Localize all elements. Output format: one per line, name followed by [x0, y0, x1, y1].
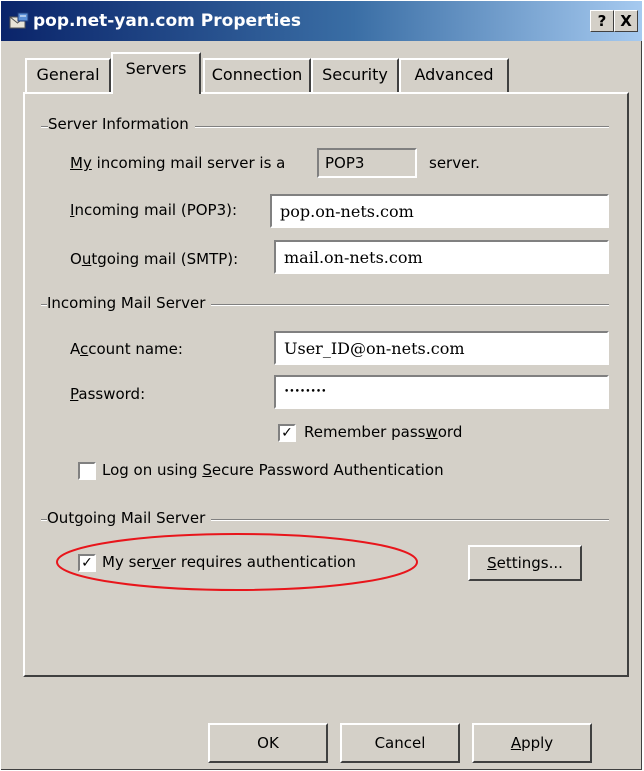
outgoing-server-group-label: Outgoing Mail Server [47, 509, 212, 527]
tab-advanced[interactable]: Advanced [399, 58, 509, 92]
ok-button[interactable]: OK [208, 723, 328, 763]
secure-password-auth-label: Log on using Secure Password Authenticat… [102, 461, 444, 479]
apply-button[interactable]: Apply [472, 723, 592, 763]
outgoing-server-label: Outgoing mail (SMTP): [70, 250, 239, 268]
incoming-server-group-label: Incoming Mail Server [47, 294, 212, 312]
account-name-label: Account name: [70, 340, 183, 358]
highlight-oval [56, 533, 418, 591]
incoming-type-label: My incoming mail server is a [70, 154, 286, 172]
mail-account-icon [9, 12, 29, 29]
server-info-group-label: Server Information [48, 115, 195, 133]
remember-password-label: Remember password [304, 423, 463, 441]
secure-password-auth-checkbox[interactable] [78, 462, 96, 480]
tab-connection[interactable]: Connection [203, 58, 311, 92]
cancel-button[interactable]: Cancel [340, 723, 460, 763]
close-button[interactable]: X [614, 10, 638, 32]
properties-dialog: pop.net-yan.com Properties ? X General S… [1, 1, 642, 770]
tab-general[interactable]: General [25, 58, 111, 92]
outgoing-server-input[interactable] [274, 240, 609, 274]
dialog-title: pop.net-yan.com Properties [33, 11, 301, 31]
help-button[interactable]: ? [590, 10, 614, 32]
incoming-type-suffix: server. [429, 154, 480, 172]
password-input[interactable] [274, 375, 609, 409]
account-name-input[interactable] [274, 331, 609, 365]
settings-button[interactable]: Settings... [468, 545, 582, 581]
incoming-server-label: Incoming mail (POP3): [70, 201, 238, 219]
password-label: Password: [70, 385, 146, 403]
tab-security[interactable]: Security [311, 58, 399, 92]
remember-password-checkbox[interactable]: ✓ [278, 424, 296, 442]
incoming-server-input[interactable] [270, 194, 609, 228]
incoming-type-value: POP3 [317, 148, 417, 178]
title-bar[interactable]: pop.net-yan.com Properties ? X [1, 1, 642, 41]
tab-servers[interactable]: Servers [111, 52, 201, 94]
